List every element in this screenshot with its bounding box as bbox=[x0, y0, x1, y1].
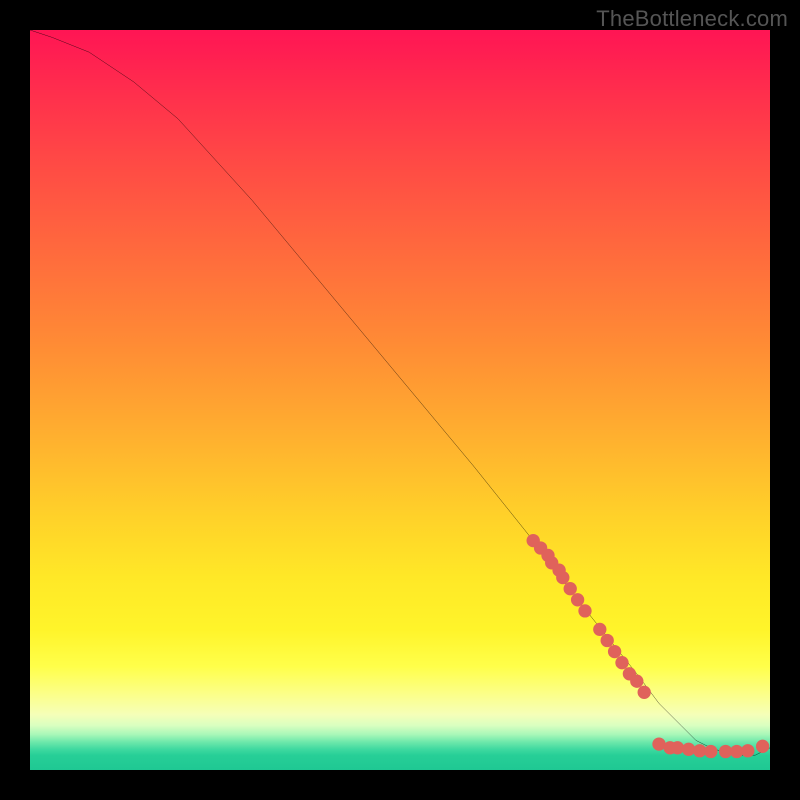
data-marker bbox=[578, 604, 591, 617]
data-marker bbox=[608, 645, 621, 658]
data-marker bbox=[593, 623, 606, 636]
data-marker bbox=[564, 582, 577, 595]
bottleneck-curve-line bbox=[30, 30, 770, 755]
data-marker bbox=[601, 634, 614, 647]
data-marker bbox=[638, 686, 651, 699]
marker-group bbox=[527, 534, 770, 758]
data-marker bbox=[615, 656, 628, 669]
watermark-text: TheBottleneck.com bbox=[596, 6, 788, 32]
data-marker bbox=[571, 593, 584, 606]
chart-frame: TheBottleneck.com bbox=[0, 0, 800, 800]
data-marker bbox=[630, 675, 643, 688]
chart-svg bbox=[30, 30, 770, 770]
data-marker bbox=[741, 744, 754, 757]
data-marker bbox=[556, 571, 569, 584]
data-marker bbox=[756, 740, 769, 753]
data-marker bbox=[704, 745, 717, 758]
plot-area bbox=[30, 30, 770, 770]
